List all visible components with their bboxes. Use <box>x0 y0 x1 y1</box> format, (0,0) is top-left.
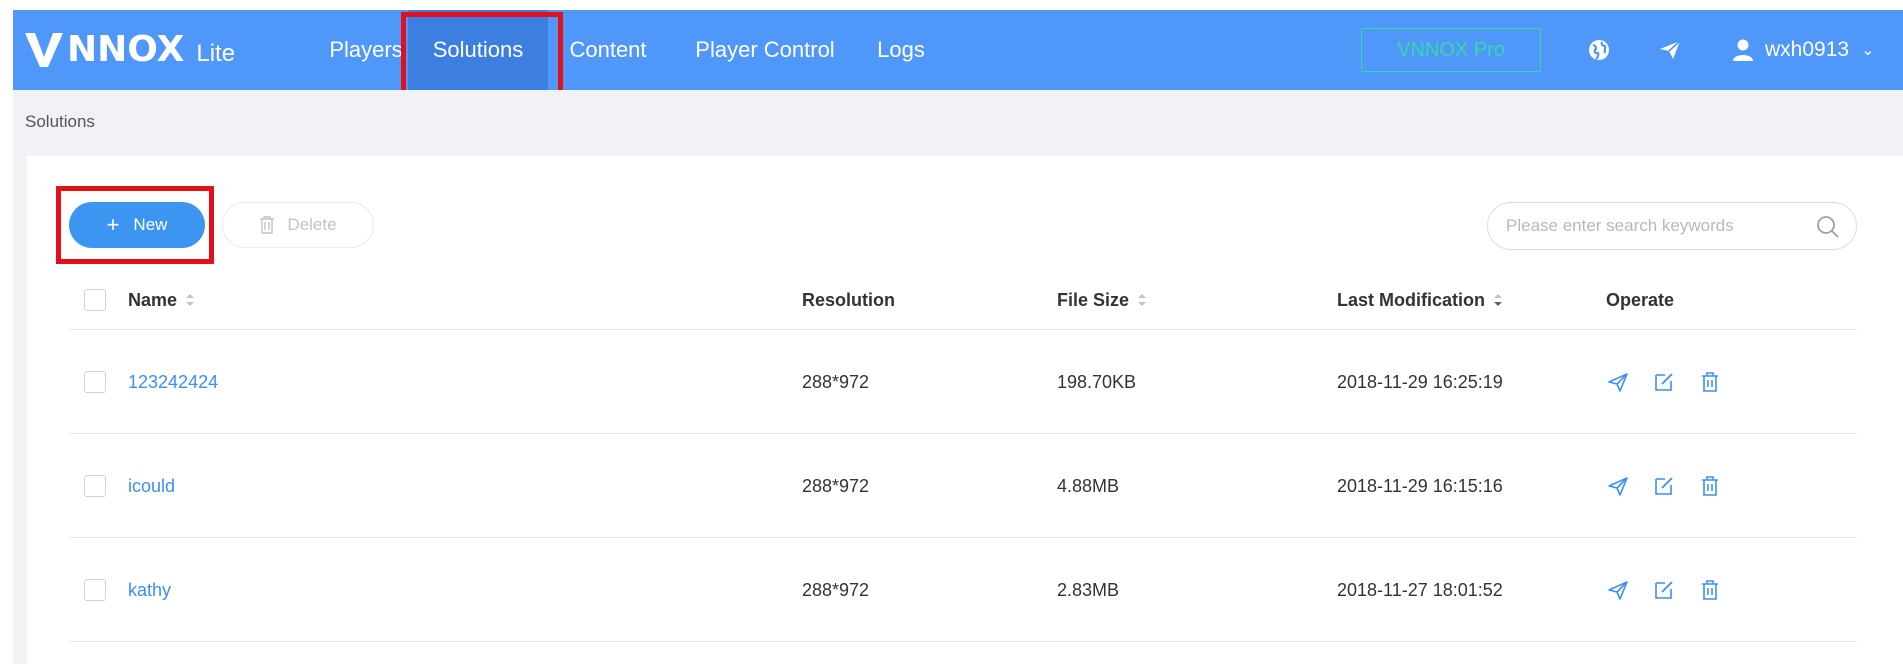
new-button[interactable]: + New <box>69 202 205 248</box>
solution-name-link[interactable]: 123242424 <box>128 330 218 434</box>
publish-icon[interactable] <box>1606 370 1630 394</box>
nav-item-solutions[interactable]: Solutions <box>408 10 548 90</box>
column-label: Name <box>128 289 178 310</box>
nav-item-content[interactable]: Content <box>558 10 658 90</box>
last-modification-cell: 2018-11-29 16:15:16 <box>1337 475 1503 496</box>
table-header: Name Resolution File Size Last Modificat… <box>69 270 1857 330</box>
search-input[interactable] <box>1506 203 1806 249</box>
edit-icon[interactable] <box>1652 474 1676 498</box>
row-checkbox[interactable] <box>84 475 106 497</box>
solution-name-link[interactable]: kathy <box>128 538 171 642</box>
resolution-cell: 288*972 <box>802 371 870 392</box>
solution-name-link[interactable]: icould <box>128 434 175 538</box>
column-header-last-modification[interactable]: Last Modification <box>1337 270 1503 330</box>
nav-item-player-control[interactable]: Player Control <box>685 10 845 90</box>
search-box <box>1487 202 1857 250</box>
solutions-table: Name Resolution File Size Last Modificat… <box>69 270 1857 642</box>
table-row: icould 288*972 4.88MB 2018-11-29 16:15:1… <box>69 434 1857 538</box>
user-menu[interactable]: wxh0913 ⌄ <box>1733 10 1874 90</box>
publish-icon[interactable] <box>1606 578 1630 602</box>
file-size-cell: 198.70KB <box>1057 371 1137 392</box>
row-checkbox[interactable] <box>84 371 106 393</box>
publish-icon[interactable] <box>1606 474 1630 498</box>
edit-icon[interactable] <box>1652 370 1676 394</box>
row-checkbox[interactable] <box>84 579 106 601</box>
column-header-name[interactable]: Name <box>128 270 195 330</box>
file-size-cell: 4.88MB <box>1057 475 1120 496</box>
row-actions <box>1606 370 1744 394</box>
column-header-file-size[interactable]: File Size <box>1057 270 1147 330</box>
row-actions <box>1606 474 1744 498</box>
last-modification-cell: 2018-11-27 18:01:52 <box>1337 579 1503 600</box>
trash-icon <box>260 216 275 234</box>
user-icon <box>1733 39 1753 61</box>
send-icon[interactable] <box>1658 38 1682 62</box>
delete-button-label: Delete <box>287 215 337 234</box>
top-navigation-bar: NNOX Lite Players Solutions Content Play… <box>13 10 1903 90</box>
resolution-cell: 288*972 <box>802 579 870 600</box>
column-label: Last Modification <box>1337 289 1485 310</box>
last-modification-cell: 2018-11-29 16:25:19 <box>1337 371 1503 392</box>
file-size-cell: 2.83MB <box>1057 579 1120 600</box>
breadcrumb-bar: Solutions <box>13 90 1903 156</box>
edition-label: Lite <box>196 40 236 67</box>
delete-button[interactable]: Delete <box>222 202 374 248</box>
search-icon[interactable] <box>1816 215 1840 239</box>
table-row: kathy 288*972 2.83MB 2018-11-27 18:01:52 <box>69 538 1857 642</box>
vnnox-logo[interactable]: NNOX Lite <box>23 24 235 76</box>
breadcrumb[interactable]: Solutions <box>25 112 95 132</box>
column-label: File Size <box>1057 289 1130 310</box>
column-header-resolution: Resolution <box>802 289 895 310</box>
plus-icon: + <box>106 212 120 237</box>
select-all-checkbox[interactable] <box>84 289 106 311</box>
nav-item-players[interactable]: Players <box>311 10 421 90</box>
column-header-operate: Operate <box>1606 289 1675 310</box>
vnnox-pro-button[interactable]: VNNOX Pro <box>1361 28 1541 72</box>
trash-icon[interactable] <box>1698 474 1722 498</box>
globe-icon[interactable] <box>1587 38 1611 62</box>
logo-v-mark-icon <box>25 32 63 67</box>
chevron-down-icon: ⌄ <box>1861 42 1875 59</box>
sort-icon[interactable] <box>1137 292 1147 308</box>
new-button-label: New <box>133 215 168 234</box>
sort-icon[interactable] <box>1493 292 1503 308</box>
logo-wordmark: NNOX <box>67 29 185 70</box>
sort-icon[interactable] <box>185 292 195 308</box>
username: wxh0913 <box>1765 38 1850 61</box>
table-row: 123242424 288*972 198.70KB 2018-11-29 16… <box>69 330 1857 434</box>
edit-icon[interactable] <box>1652 578 1676 602</box>
resolution-cell: 288*972 <box>802 475 870 496</box>
nav-item-logs[interactable]: Logs <box>866 10 936 90</box>
row-actions <box>1606 578 1744 602</box>
content-gutter <box>13 156 27 664</box>
trash-icon[interactable] <box>1698 578 1722 602</box>
trash-icon[interactable] <box>1698 370 1722 394</box>
